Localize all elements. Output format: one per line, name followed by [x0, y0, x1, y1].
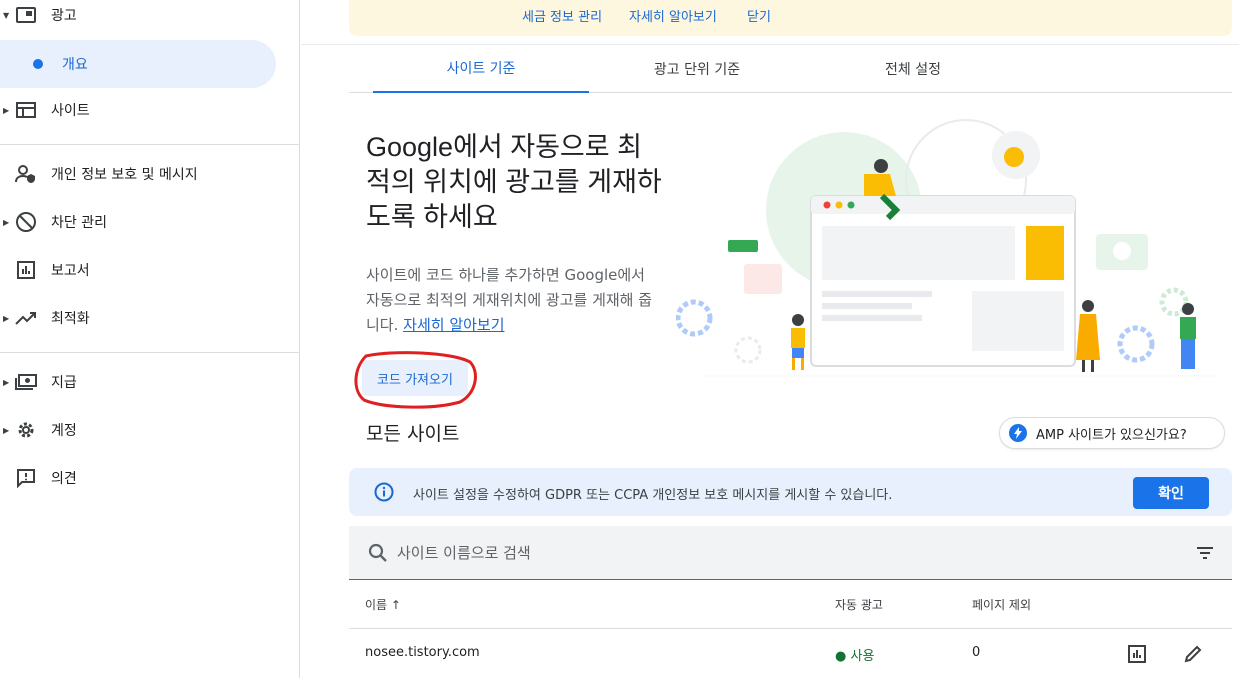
sidebar-item-label: 계정	[51, 423, 77, 439]
search-input[interactable]	[397, 540, 1097, 566]
sites-icon	[14, 98, 38, 122]
table-header: 이름 ↑ 자동 광고 페이지 제외	[349, 581, 1232, 629]
sidebar-item-sites[interactable]: ▶ 사이트	[0, 86, 300, 134]
hero-illustration	[676, 119, 1216, 377]
caret-right-icon[interactable]: ▶	[3, 426, 9, 435]
divider	[0, 352, 300, 353]
site-name: nosee.tistory.com	[365, 645, 480, 660]
sidebar-item-label: 차단 관리	[51, 215, 107, 231]
column-header-name[interactable]: 이름 ↑	[365, 596, 401, 613]
sidebar-item-ads[interactable]: ▼ 광고	[0, 0, 300, 39]
all-sites-heading: 모든 사이트	[366, 423, 460, 445]
caret-right-icon[interactable]: ▶	[3, 106, 9, 115]
notice-banner: 세금 정보 관리 자세히 알아보기 닫기	[349, 0, 1232, 36]
sidebar-item-label: 광고	[51, 8, 77, 24]
amp-chip-label: AMP 사이트가 있으신가요?	[1036, 427, 1187, 443]
lightning-icon	[1009, 424, 1027, 442]
banner-close-link[interactable]: 닫기	[747, 6, 771, 25]
hero-learn-more-link[interactable]: 자세히 알아보기	[403, 316, 504, 334]
sidebar-item-reports[interactable]: 보고서	[0, 246, 300, 294]
sidebar-item-label: 의견	[51, 471, 77, 487]
arrow-up-icon: ↑	[390, 598, 401, 612]
active-dot-icon	[33, 59, 43, 69]
confirm-button[interactable]: 확인	[1133, 477, 1209, 509]
feedback-icon	[14, 466, 38, 490]
payments-icon	[14, 370, 38, 394]
reports-icon	[14, 258, 38, 282]
sidebar-item-blocking[interactable]: ▶ 차단 관리	[0, 198, 300, 246]
column-header-auto-ads: 자동 광고	[835, 598, 883, 612]
hero-title: Google에서 자동으로 최적의 위치에 광고를 게재하도록 하세요	[366, 132, 662, 232]
edit-pencil-icon[interactable]	[1182, 643, 1204, 665]
report-icon[interactable]	[1126, 643, 1148, 665]
caret-right-icon[interactable]: ▶	[3, 378, 9, 387]
red-highlight-circle	[354, 351, 477, 409]
sidebar-item-label: 개요	[62, 57, 88, 73]
site-search-bar	[349, 526, 1232, 580]
sidebar-item-feedback[interactable]: 의견	[0, 454, 300, 502]
banner-learn-more-link[interactable]: 자세히 알아보기	[629, 6, 717, 25]
tab-global-settings[interactable]: 전체 설정	[805, 45, 1021, 93]
tab-by-ad-unit[interactable]: 광고 단위 기준	[589, 45, 805, 93]
sidebar-item-label: 보고서	[51, 263, 90, 279]
sidebar-item-payments[interactable]: ▶ 지급	[0, 358, 300, 406]
caret-right-icon[interactable]: ▶	[3, 218, 9, 227]
status-badge: ● 사용	[835, 649, 875, 664]
trending-up-icon	[14, 306, 38, 330]
column-header-page-exclusions: 페이지 제외	[972, 598, 1032, 612]
sidebar-item-privacy[interactable]: 개인 정보 보호 및 메시지	[0, 150, 300, 198]
table-row: nosee.tistory.com ● 사용 0	[349, 630, 1232, 678]
block-icon	[14, 210, 38, 234]
sidebar-item-label: 지급	[51, 375, 77, 391]
search-icon	[368, 543, 387, 562]
sidebar-item-overview[interactable]: 개요	[0, 40, 276, 88]
info-icon	[374, 482, 394, 502]
amp-site-chip[interactable]: AMP 사이트가 있으신가요?	[999, 417, 1225, 449]
tab-by-site[interactable]: 사이트 기준	[373, 45, 589, 93]
sidebar-item-label: 개인 정보 보호 및 메시지	[51, 167, 198, 183]
status-label: 사용	[850, 649, 875, 664]
info-message-bar: 사이트 설정을 수정하여 GDPR 또는 CCPA 개인정보 보호 메시지를 게…	[349, 468, 1232, 516]
tab-bar: 사이트 기준 광고 단위 기준 전체 설정	[349, 45, 1232, 93]
sidebar-item-label: 최적화	[51, 311, 90, 327]
column-header-name-label: 이름	[365, 598, 388, 612]
gear-icon	[14, 418, 38, 442]
caret-down-icon[interactable]: ▼	[3, 11, 9, 20]
privacy-user-icon	[14, 162, 38, 186]
sidebar: ▼ 광고 개요 ▶ 사이트 개인 정보 보호 및 메시지 ▶ 차단 관리 보고서	[0, 0, 300, 678]
filter-icon[interactable]	[1195, 543, 1215, 563]
ads-icon	[14, 3, 38, 27]
info-message: 사이트 설정을 수정하여 GDPR 또는 CCPA 개인정보 보호 메시지를 게…	[413, 488, 893, 503]
sidebar-item-optimization[interactable]: ▶ 최적화	[0, 294, 300, 342]
page-exclusions-count: 0	[972, 645, 981, 660]
hero-description: 사이트에 코드 하나를 추가하면 Google에서 자동으로 최적의 게재위치에…	[366, 263, 662, 338]
caret-right-icon[interactable]: ▶	[3, 314, 9, 323]
sidebar-item-label: 사이트	[51, 103, 90, 119]
divider	[0, 144, 300, 145]
tax-info-link[interactable]: 세금 정보 관리	[522, 6, 602, 25]
sidebar-item-account[interactable]: ▶ 계정	[0, 406, 300, 454]
